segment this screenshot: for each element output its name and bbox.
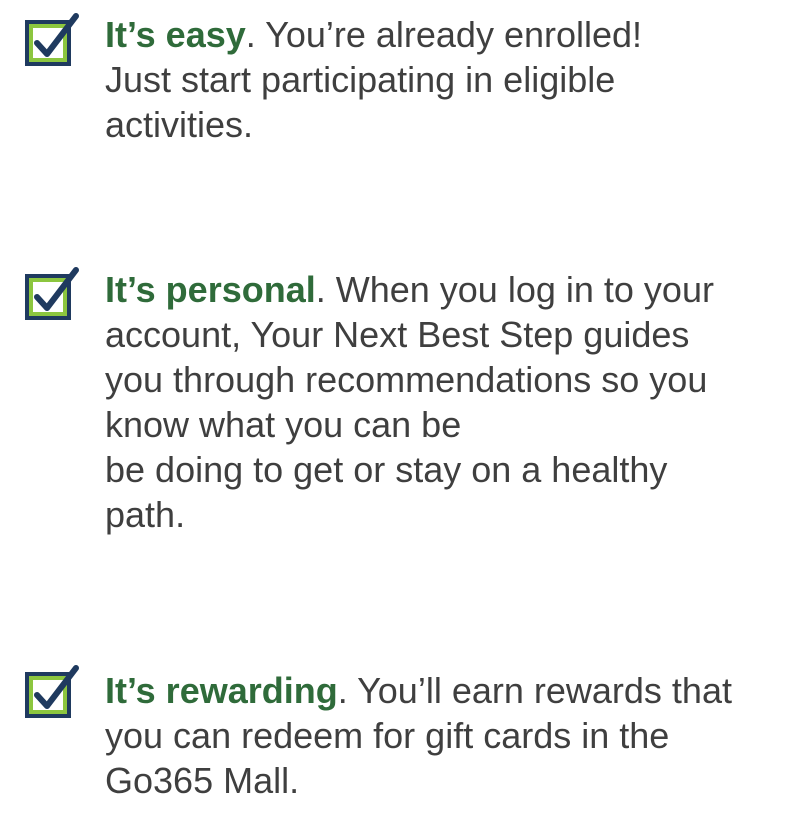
checkbox-checked-icon: [25, 665, 79, 718]
benefit-line: you can redeem for gift cards in the: [105, 715, 670, 756]
benefit-line: activities.: [105, 104, 254, 145]
benefit-heading: It’s easy: [105, 14, 246, 55]
benefit-line: Just start participating in eligible: [105, 59, 616, 100]
benefit-line: path.: [105, 494, 186, 535]
benefit-line: you through recommendations so you: [105, 359, 708, 400]
benefit-line: account, Your Next Best Step guides: [105, 314, 690, 355]
benefit-text: It’s personal. When you log in to your a…: [105, 267, 795, 537]
benefit-line: be doing to get or stay on a healthy: [105, 449, 668, 490]
benefit-text: It’s easy. You’re already enrolled! Just…: [105, 12, 795, 147]
benefit-line: Go365 Mall.: [105, 760, 300, 801]
checkbox-checked-icon: [25, 13, 79, 66]
benefit-first-line: It’s rewarding. You’ll earn rewards that: [105, 670, 732, 711]
benefit-text: It’s rewarding. You’ll earn rewards that…: [105, 668, 795, 803]
benefit-line: know what you can be: [105, 404, 462, 445]
benefit-first-line: It’s personal. When you log in to your: [105, 269, 714, 310]
benefit-heading: It’s rewarding: [105, 670, 338, 711]
checkbox-checked-icon: [25, 267, 79, 320]
benefit-first-line: It’s easy. You’re already enrolled!: [105, 14, 643, 55]
benefit-heading: It’s personal: [105, 269, 316, 310]
